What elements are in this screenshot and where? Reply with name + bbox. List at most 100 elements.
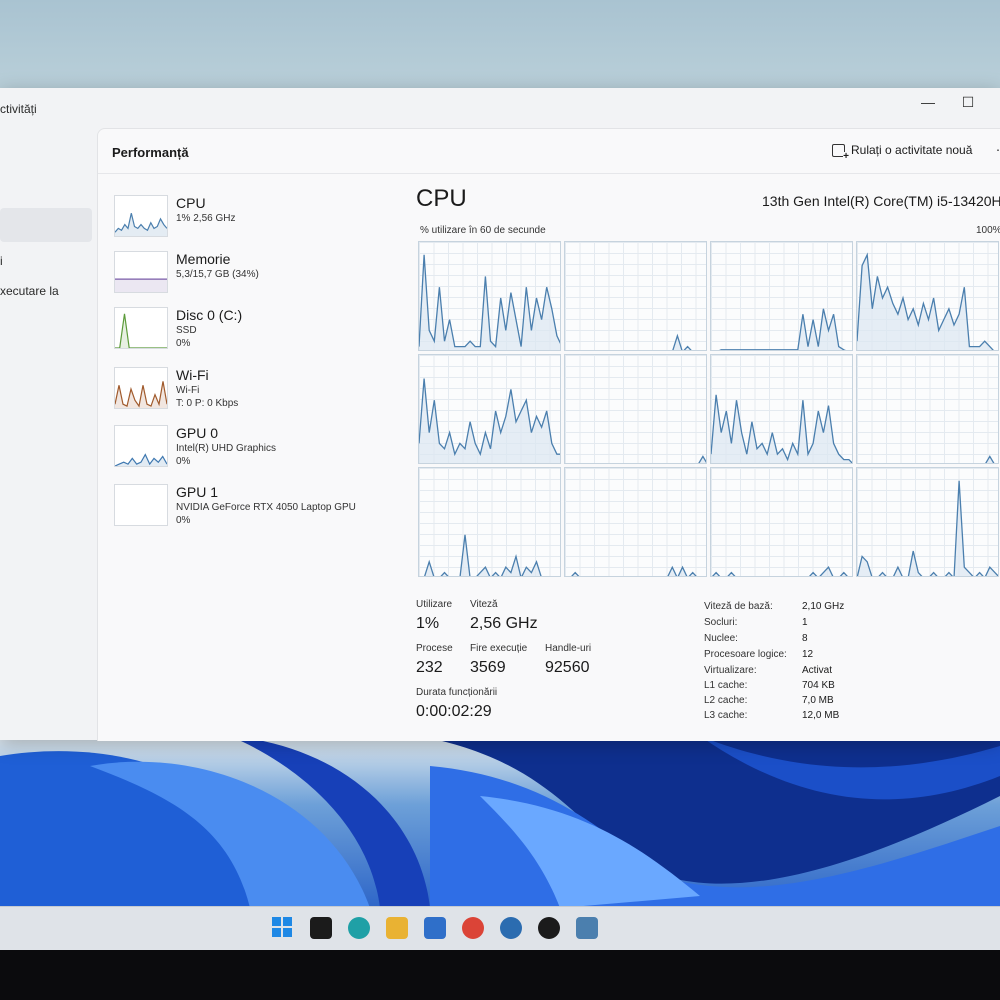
threads-value: 3569 xyxy=(470,659,506,676)
spec-value: 704 KB xyxy=(802,680,835,691)
core-graph-grid xyxy=(418,241,1000,581)
run-new-task-label: Rulați o activitate nouă xyxy=(851,143,973,157)
desktop-background-top xyxy=(0,0,1000,90)
title-bar: ctivități — ☐ xyxy=(0,88,1000,128)
core-graph-plot xyxy=(571,565,697,576)
device-name: Wi-Fi xyxy=(176,367,209,383)
core-graph-plot xyxy=(424,534,542,576)
utilization-label: Utilizare xyxy=(416,599,453,610)
wifi-sparkline xyxy=(114,367,168,409)
device-usage: 0% xyxy=(176,456,191,467)
core-graph-plot xyxy=(985,455,995,463)
chrome-icon[interactable] xyxy=(462,917,484,939)
spec-key: Nuclee: xyxy=(704,633,738,644)
whatsapp-icon[interactable] xyxy=(538,917,560,939)
core-graph-area xyxy=(857,480,998,576)
run-new-task-button[interactable]: Rulați o activitate nouă xyxy=(832,143,973,162)
spec-value: 8 xyxy=(802,633,808,644)
disk-sparkline xyxy=(114,307,168,349)
core-graph-plot xyxy=(698,455,706,463)
left-navigation: i xecutare la xyxy=(0,128,96,740)
more-options-icon[interactable]: ⋯ xyxy=(996,143,1000,157)
core-graph xyxy=(856,241,999,351)
core-graph-plot xyxy=(711,566,848,576)
device-item-cpu[interactable]: CPU 1% 2,56 GHz xyxy=(108,187,408,243)
spec-value: 7,0 MB xyxy=(802,695,834,706)
nav-item-label[interactable]: xecutare la xyxy=(0,284,59,298)
page-title: Performanță xyxy=(112,145,189,160)
store-icon[interactable] xyxy=(424,917,446,939)
core-graph xyxy=(710,467,853,577)
device-item-memory[interactable]: Memorie 5,3/15,7 GB (34%) xyxy=(108,243,408,299)
nav-item-label[interactable]: i xyxy=(0,254,3,268)
device-usage: 0% xyxy=(176,338,191,349)
handles-value: 92560 xyxy=(545,659,590,676)
core-graph-line xyxy=(424,534,542,576)
device-detail: Wi-Fi xyxy=(176,385,200,396)
percent-max-label: 100% xyxy=(976,225,1000,236)
spec-key: L1 cache: xyxy=(704,680,748,691)
core-graph-area xyxy=(419,378,560,463)
handles-label: Handle-uri xyxy=(545,643,592,654)
task-manager-window: ctivități — ☐ i xecutare la Performanță … xyxy=(0,88,1000,741)
core-graph-area xyxy=(720,308,845,350)
minimize-button[interactable]: — xyxy=(920,94,936,110)
cpu-sparkline xyxy=(114,195,168,237)
header-divider xyxy=(98,173,1000,174)
core-graph xyxy=(856,467,999,577)
core-graph-plot xyxy=(719,308,846,350)
start-icon[interactable] xyxy=(272,917,294,939)
terminal-icon[interactable] xyxy=(310,917,332,939)
core-graph-line xyxy=(698,455,706,463)
device-name: GPU 0 xyxy=(176,425,219,441)
wallpaper-swirl xyxy=(0,736,1000,908)
device-list: CPU 1% 2,56 GHz Memorie 5,3/15,7 GB (34%… xyxy=(108,179,408,739)
cpu-detail: CPU 13th Gen Intel(R) Core(TM) i5-13420H… xyxy=(416,179,1000,739)
processes-value: 232 xyxy=(416,659,443,676)
taskbar xyxy=(0,906,1000,951)
device-item-gpu1[interactable]: GPU 1 NVIDIA GeForce RTX 4050 Laptop GPU… xyxy=(108,476,408,532)
spec-key: Viteză de bază: xyxy=(704,601,773,612)
app-icon[interactable] xyxy=(500,917,522,939)
core-graph-plot xyxy=(419,254,560,350)
core-graph-plot xyxy=(419,378,560,463)
device-item-gpu0[interactable]: GPU 0 Intel(R) UHD Graphics 0% xyxy=(108,417,408,473)
spec-value: 12 xyxy=(802,649,814,660)
core-graph xyxy=(418,241,561,351)
utilization-value: 1% xyxy=(416,615,440,632)
spec-value: 1 xyxy=(802,617,808,628)
edge-icon[interactable] xyxy=(348,917,370,939)
maximize-button[interactable]: ☐ xyxy=(960,94,976,110)
spec-key: Virtualizare: xyxy=(704,665,757,676)
core-graph xyxy=(564,241,707,351)
nav-item-performance-selected[interactable] xyxy=(0,208,92,242)
gpu0-sparkline xyxy=(114,425,168,467)
core-graph-area xyxy=(571,567,696,576)
core-graph-plot xyxy=(857,480,998,576)
uptime-value: 0:00:02:29 xyxy=(416,703,492,720)
device-item-disk[interactable]: Disc 0 (C:) SSD 0% xyxy=(108,299,408,355)
spec-key: Socluri: xyxy=(704,617,738,628)
device-usage: 0% xyxy=(176,515,191,526)
gpu1-sparkline xyxy=(114,484,168,526)
device-detail: 1% 2,56 GHz xyxy=(176,213,236,224)
speed-label: Viteză xyxy=(470,599,498,610)
core-graph xyxy=(856,354,999,464)
core-graph-plot xyxy=(857,252,994,350)
memory-sparkline xyxy=(114,251,168,293)
core-graph-line xyxy=(672,333,692,350)
core-graph xyxy=(710,354,853,464)
device-item-wifi[interactable]: Wi-Fi Wi-Fi T: 0 P: 0 Kbps xyxy=(108,359,408,415)
core-graph-area xyxy=(698,456,706,463)
spec-value: 2,10 GHz xyxy=(802,601,845,612)
core-graph xyxy=(564,467,707,577)
spec-key: L2 cache: xyxy=(704,695,748,706)
spec-key: L3 cache: xyxy=(704,710,748,721)
file-explorer-icon[interactable] xyxy=(386,917,408,939)
uptime-label: Durata funcționării xyxy=(416,687,498,698)
task-manager-icon[interactable] xyxy=(576,917,598,939)
processes-label: Procese xyxy=(416,643,453,654)
core-graph-area xyxy=(712,567,848,576)
device-name: Memorie xyxy=(176,251,231,267)
utilization-caption: % utilizare în 60 de secunde xyxy=(420,225,546,236)
